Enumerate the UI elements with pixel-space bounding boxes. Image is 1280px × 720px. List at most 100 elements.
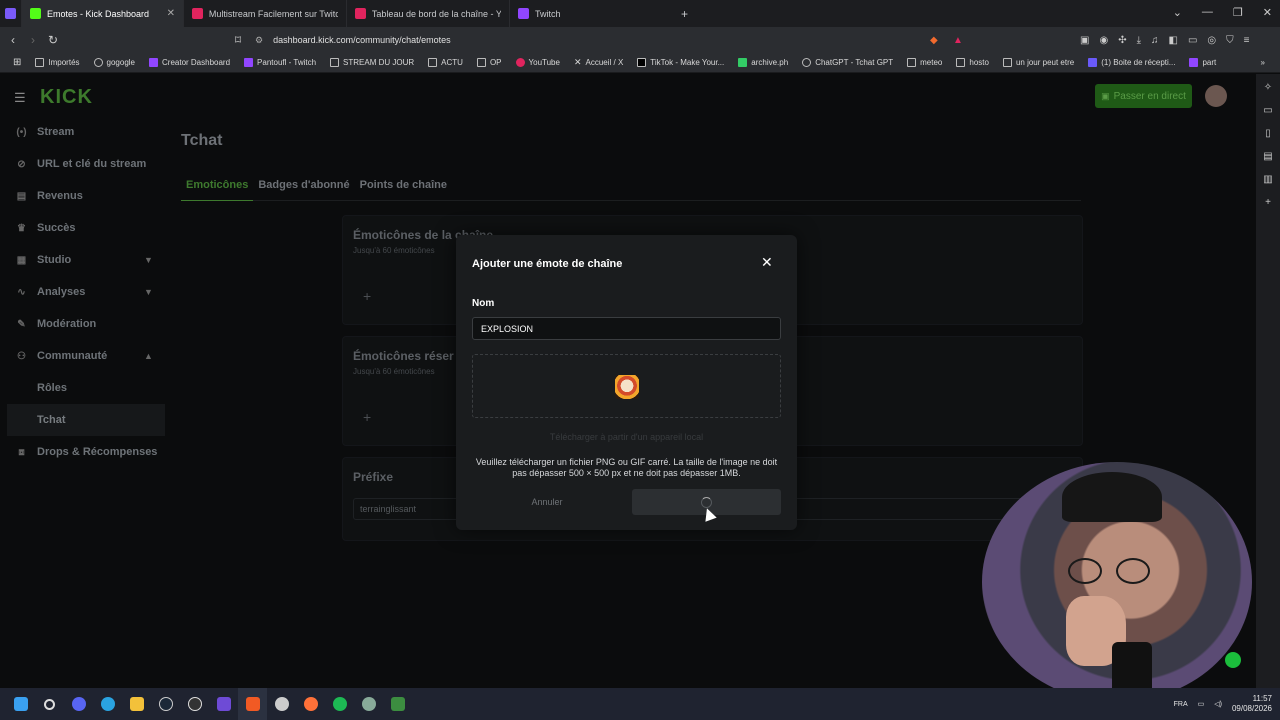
bookmark-item[interactable]: Creator Dashboard — [142, 58, 237, 67]
puzzle-icon[interactable]: ✣ — [1118, 35, 1126, 46]
book-icon[interactable]: ▥ — [1263, 174, 1272, 185]
brave-icon[interactable] — [238, 688, 267, 720]
apps-icon[interactable]: ⊞ — [6, 57, 28, 68]
bookmark-item[interactable]: un jour peut etre — [996, 58, 1081, 67]
tab-twitch[interactable]: Twitch — [510, 0, 673, 27]
bookmark-item[interactable]: OP — [470, 58, 509, 67]
bookmark-item[interactable]: TikTok - Make Your... — [630, 58, 731, 67]
sidebar-icon[interactable]: ◧ — [1169, 35, 1178, 46]
app-icon[interactable] — [383, 688, 412, 720]
settings-icon[interactable] — [354, 688, 383, 720]
spotify-icon[interactable] — [325, 688, 354, 720]
windows-start-icon[interactable] — [6, 688, 35, 720]
tab-search-icon[interactable]: ⌄ — [1173, 6, 1182, 19]
more-bookmarks-icon[interactable]: » — [1254, 58, 1272, 67]
url-field[interactable]: ⚙ dashboard.kick.com/community/chat/emot… — [255, 31, 970, 49]
tab-sub-badges[interactable]: Badges d'abonné — [253, 174, 354, 201]
discord-icon[interactable] — [64, 688, 93, 720]
sidebar-item-studio[interactable]: ▦ Studio ▼ — [0, 244, 170, 276]
steam-icon[interactable] — [151, 688, 180, 720]
cancel-button[interactable]: Annuler — [472, 489, 622, 515]
back-icon[interactable]: ‹ — [3, 33, 23, 47]
sidebar-item-analytics[interactable]: ∿ Analyses ▼ — [0, 276, 170, 308]
emote-name-input[interactable] — [472, 317, 781, 340]
tab-channel-points[interactable]: Points de chaîne — [355, 174, 452, 201]
bookmark-item[interactable]: YouTube — [509, 58, 567, 67]
bookmark-item[interactable]: Pantoufl - Twitch — [237, 58, 323, 67]
forward-icon[interactable]: › — [23, 33, 43, 47]
minimize-icon[interactable]: — — [1202, 6, 1213, 19]
hamburger-menu-icon[interactable]: ☰ — [14, 90, 26, 106]
bookmark-icon[interactable]: ⌑ — [228, 33, 248, 47]
sidebar-item-chat[interactable]: Tchat — [7, 404, 165, 436]
bookmark-item[interactable]: STREAM DU JOUR — [323, 58, 421, 67]
shield-icon[interactable]: ⛉ — [1226, 35, 1234, 46]
bookmark-item[interactable]: ✕ Accueil / X — [567, 57, 630, 68]
sidebar-nav: (•) Stream ⊘ URL et clé du stream ▤ Revenus… — [0, 116, 170, 468]
sidebar-item-drops[interactable]: ⧈ Drops & Récompenses — [0, 436, 170, 468]
sidebar-item-stream-url[interactable]: ⊘ URL et clé du stream — [0, 148, 170, 180]
avatar[interactable] — [1205, 85, 1227, 107]
sidebar-item-achievements[interactable]: ♛ Succès — [0, 212, 170, 244]
search-icon[interactable] — [35, 688, 64, 720]
sidebar-item-stream[interactable]: (•) Stream — [0, 116, 170, 148]
sidebar-item-roles[interactable]: Rôles — [0, 372, 170, 404]
sidebar-item-community[interactable]: ⚇ Communauté ▲ — [0, 340, 170, 372]
new-tab-button[interactable]: + — [673, 0, 696, 27]
brave-shield-icon[interactable]: ◆ — [930, 35, 938, 46]
telegram-icon[interactable] — [93, 688, 122, 720]
folder-icon[interactable] — [122, 688, 151, 720]
tab-emotes-page[interactable]: Emoticônes — [181, 174, 254, 201]
vpn-icon[interactable]: ◎ — [1207, 35, 1216, 46]
upload-local-button[interactable]: Télécharger à partir d'un appareil local — [472, 428, 781, 446]
menu-icon[interactable]: ≡ — [1244, 35, 1250, 46]
emote-dropzone[interactable] — [472, 354, 781, 418]
bookmarks-panel-icon[interactable]: ▯ — [1265, 128, 1271, 139]
bookmark-item[interactable]: gogogle — [87, 58, 142, 67]
app-icon[interactable] — [209, 688, 238, 720]
go-live-button[interactable]: ▣ Passer en direct — [1095, 84, 1192, 108]
close-icon[interactable]: ✕ — [761, 254, 773, 271]
bookmark-item[interactable]: archive.ph — [731, 58, 795, 67]
bookmark-item[interactable]: (1) Boite de récepti... — [1081, 58, 1182, 67]
bookmark-item[interactable]: ACTU — [421, 58, 470, 67]
tab-emotes[interactable]: Emotes - Kick Dashboard ✕ — [22, 0, 184, 27]
add-emote-button[interactable]: + — [363, 288, 371, 304]
clock[interactable]: 11:57 09/08/2026 — [1232, 694, 1272, 714]
browser-menu-icon[interactable] — [0, 0, 22, 27]
close-window-icon[interactable]: ✕ — [1263, 6, 1272, 19]
extension-icon[interactable]: ◉ — [1099, 35, 1108, 46]
leo-ai-icon[interactable]: ✧ — [1264, 82, 1272, 93]
tab-youtube-dashboard[interactable]: Tableau de bord de la chaîne - YouTu — [347, 0, 510, 27]
bookmark-item[interactable]: hosto — [949, 58, 996, 67]
notes-icon[interactable]: ▤ — [1263, 151, 1272, 162]
firefox-icon[interactable] — [296, 688, 325, 720]
reload-icon[interactable]: ↻ — [43, 33, 63, 47]
window-controls: ⌄ — ❐ ✕ — [1173, 6, 1272, 19]
chrome-icon[interactable] — [267, 688, 296, 720]
bookmark-item[interactable]: Importés — [28, 58, 86, 67]
network-icon[interactable]: ▭ — [1198, 700, 1205, 708]
restore-icon[interactable]: ❐ — [1233, 6, 1243, 19]
download-icon[interactable]: ⤓ — [1137, 35, 1141, 46]
kick-logo[interactable]: KICK — [40, 86, 93, 109]
tab-multistream[interactable]: Multistream Facilement sur Twitch, Yo — [184, 0, 347, 27]
sidebar-item-moderation[interactable]: ✎ Modération — [0, 308, 170, 340]
sidebar-item-revenue[interactable]: ▤ Revenus — [0, 180, 170, 212]
brave-rewards-icon[interactable]: ▲ — [953, 35, 963, 46]
close-tab-icon[interactable]: ✕ — [167, 8, 175, 19]
bookmark-item[interactable]: ChatGPT - Tchat GPT — [795, 58, 900, 67]
reading-list-icon[interactable]: ▭ — [1263, 105, 1272, 116]
language-indicator[interactable]: FRA — [1174, 701, 1188, 708]
music-icon[interactable]: ♫ — [1151, 35, 1159, 46]
add-panel-icon[interactable]: + — [1265, 197, 1271, 208]
wallet-icon[interactable]: ▭ — [1188, 35, 1197, 46]
bookmark-item[interactable]: part — [1182, 58, 1223, 67]
obs-icon[interactable] — [180, 688, 209, 720]
kick-icon: ▣ — [1101, 90, 1110, 101]
site-info-icon[interactable]: ⚙ — [255, 35, 263, 46]
extension-icon[interactable]: ▣ — [1080, 35, 1089, 46]
add-emote-button[interactable]: + — [363, 409, 371, 425]
speaker-icon[interactable]: ◁) — [1214, 700, 1222, 708]
bookmark-item[interactable]: meteo — [900, 58, 949, 67]
